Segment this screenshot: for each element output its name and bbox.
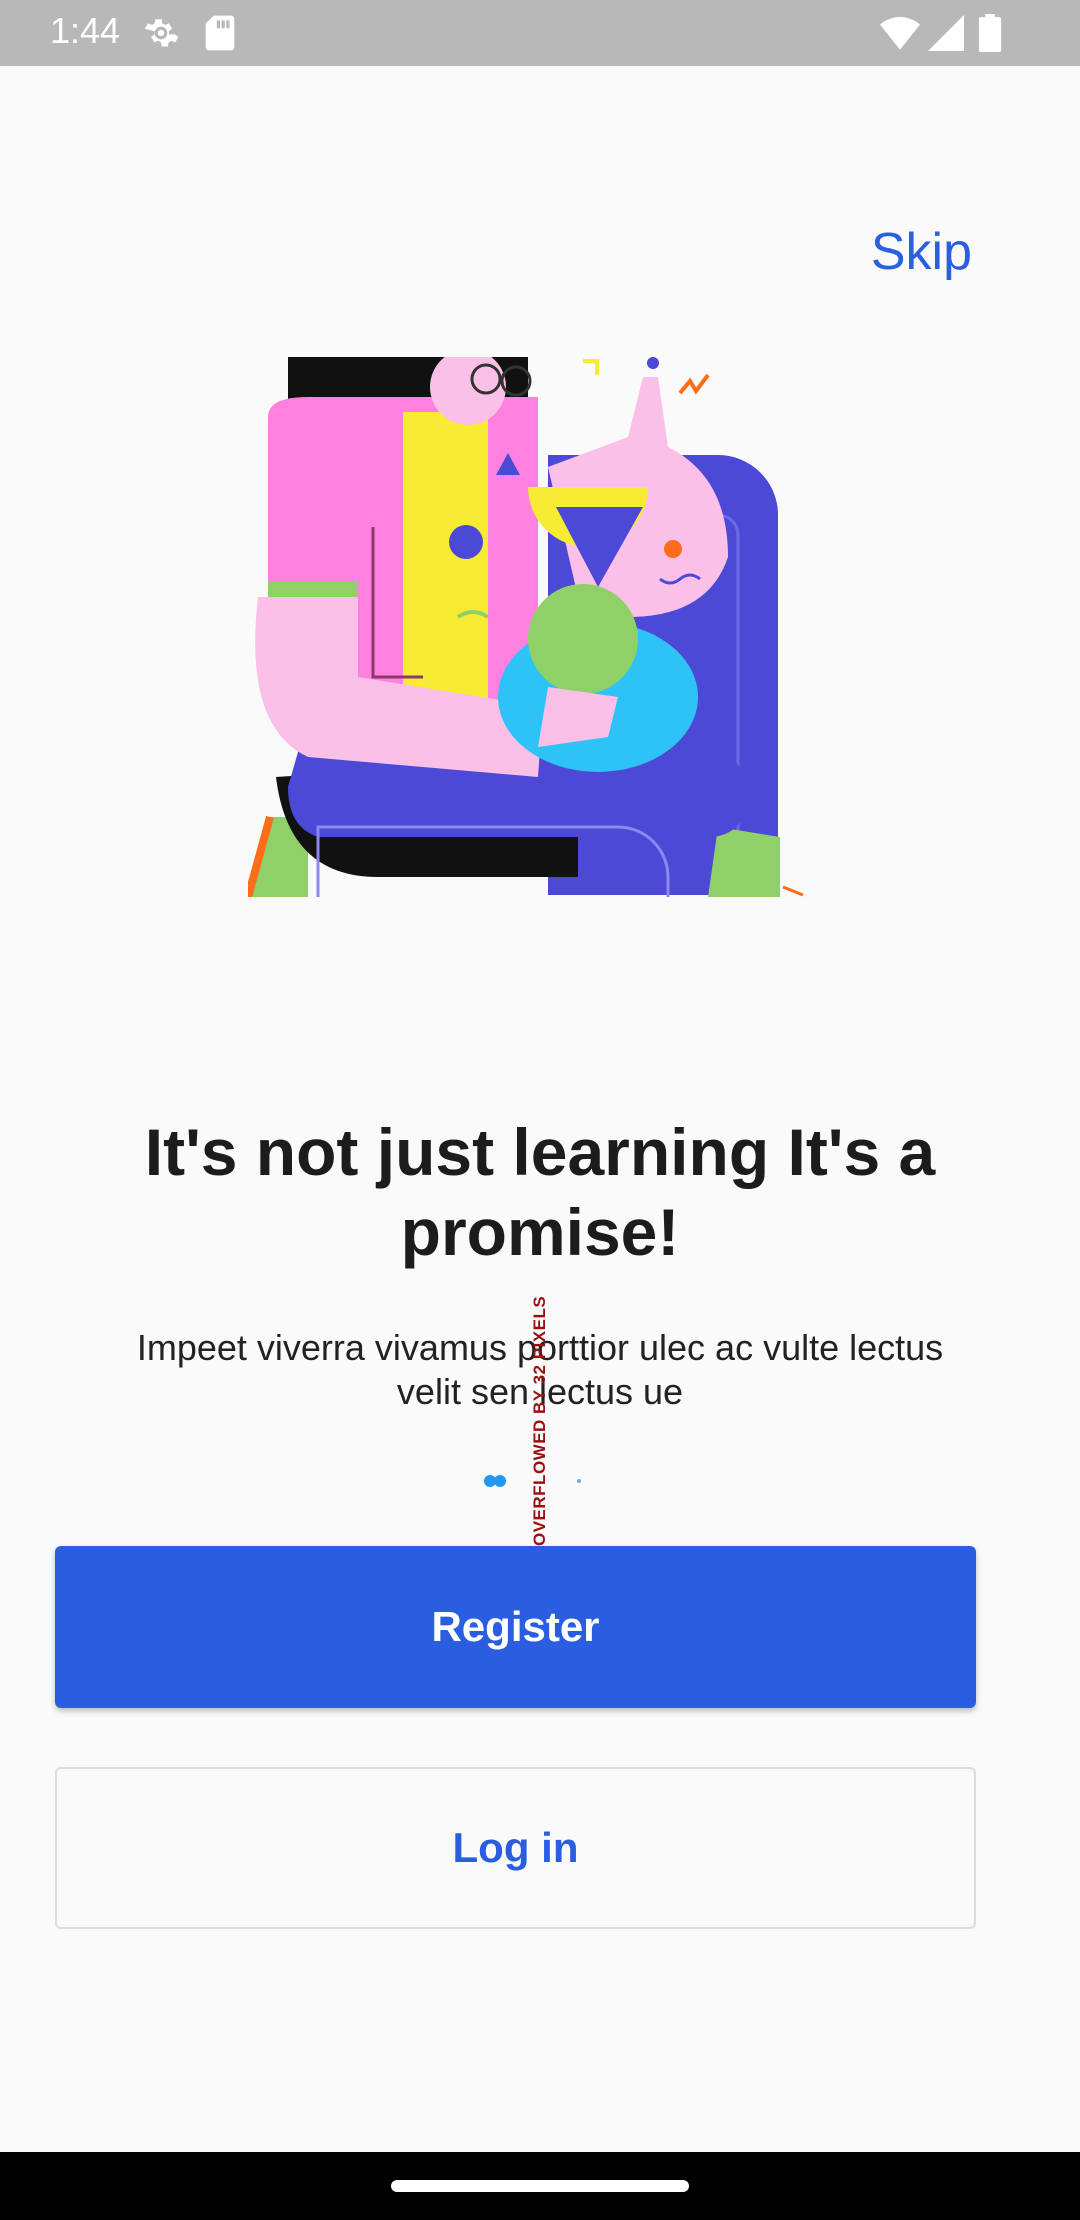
page-dot-inactive bbox=[577, 1479, 581, 1483]
register-button[interactable]: Register bbox=[55, 1546, 976, 1708]
skip-button[interactable]: Skip bbox=[871, 222, 972, 282]
login-button-label: Log in bbox=[452, 1824, 579, 1871]
sd-card-icon bbox=[204, 14, 236, 57]
status-time: 1:44 bbox=[50, 10, 121, 51]
battery-icon bbox=[978, 14, 1002, 57]
signal-icon bbox=[928, 14, 964, 57]
onboarding-illustration bbox=[244, 349, 808, 899]
page-title: It's not just learning It's a promise! bbox=[144, 1115, 936, 1269]
home-handle[interactable] bbox=[391, 2180, 689, 2192]
settings-icon bbox=[142, 14, 180, 57]
register-button-label: Register bbox=[431, 1603, 600, 1650]
login-button[interactable]: Log in bbox=[55, 1767, 976, 1929]
overflow-warning: OVERFLOWED BY 32 PIXELS bbox=[530, 1295, 549, 1546]
status-bar: 1:44 bbox=[0, 0, 1080, 66]
page-dot-active-trail bbox=[494, 1475, 506, 1487]
wifi-icon bbox=[880, 14, 920, 57]
